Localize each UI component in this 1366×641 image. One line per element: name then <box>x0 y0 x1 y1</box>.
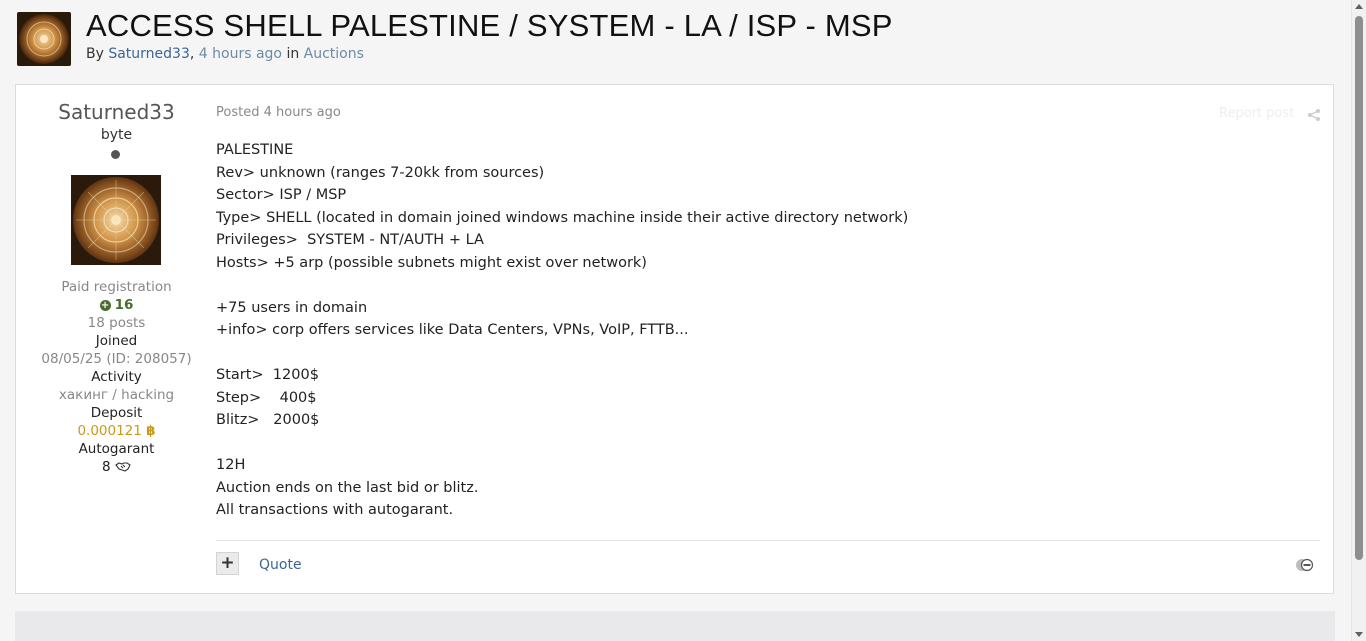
post-card: Saturned33 byte Paid registration + 16 1… <box>15 84 1334 594</box>
post-line: PALESTINE <box>216 142 294 158</box>
by-label: By <box>86 46 104 62</box>
post-line: Privileges> SYSTEM - NT/AUTH + LA <box>216 232 484 248</box>
deposit-value: 0.000121 <box>77 423 142 439</box>
activity-value: хакинг / hacking <box>58 387 175 403</box>
scroll-down-arrow[interactable] <box>1355 632 1363 637</box>
vertical-scrollbar[interactable] <box>1351 0 1366 641</box>
post-line: Rev> unknown (ranges 7-20kk from sources… <box>216 164 545 181</box>
quote-button[interactable]: Quote <box>259 557 302 573</box>
post-header: Posted 4 hours ago <box>216 105 341 120</box>
autogarant-value-row: 8 <box>16 459 217 475</box>
post-line: Blitz> 2000$ <box>216 412 320 428</box>
in-label: in <box>286 46 300 62</box>
post-line: 12H <box>216 457 246 473</box>
handshake-icon <box>115 459 131 475</box>
post-line <box>216 432 908 455</box>
author-avatar[interactable] <box>71 175 161 265</box>
topic-meta: By Saturned33, 4 hours ago in Auctions <box>86 46 364 62</box>
post-line: +75 users in domain <box>216 299 368 316</box>
report-post-link[interactable]: Report post <box>1219 106 1294 121</box>
comma: , <box>189 46 195 62</box>
deposit-label: Deposit <box>90 405 143 421</box>
post-line: Start> 1200$ <box>216 367 319 383</box>
online-status-indicator <box>111 150 120 159</box>
topic-time: 4 hours ago <box>198 46 282 62</box>
post-line: Sector> ISP / MSP <box>216 187 347 203</box>
author-group: Paid registration <box>61 279 172 295</box>
post-content: PALESTINE Rev> unknown (ranges 7-20kk fr… <box>216 139 908 522</box>
post-line: Type> SHELL (located in domain joined wi… <box>216 209 909 226</box>
share-icon[interactable] <box>1307 107 1321 121</box>
author-reputation: +16 <box>16 297 217 313</box>
bitcoin-icon: ฿ <box>146 423 156 439</box>
post-line: All transactions with autogarant. <box>216 502 454 518</box>
post-line: Hosts> +5 arp (possible subnets might ex… <box>216 254 647 271</box>
scrollbar-thumb[interactable] <box>1355 16 1363 560</box>
reputation-value: 16 <box>114 297 134 313</box>
post-line <box>216 274 908 297</box>
autogarant-value: 8 <box>102 459 111 475</box>
reputation-plus-icon: + <box>99 300 111 311</box>
joined-label: Joined <box>95 333 138 349</box>
activity-label: Activity <box>91 369 142 385</box>
author-posts: 18 posts <box>87 315 146 331</box>
topic-author-link[interactable]: Saturned33 <box>108 46 190 62</box>
multiquote-button[interactable]: + <box>216 552 239 575</box>
scroll-up-arrow[interactable] <box>1355 4 1363 9</box>
author-rank: byte <box>100 127 133 143</box>
forum-link[interactable]: Auctions <box>304 46 364 62</box>
next-section-box <box>15 611 1335 641</box>
post-line: Auction ends on the last bid or blitz. <box>216 479 479 496</box>
joined-value: 08/05/25 (ID: 208057) <box>41 351 192 367</box>
post-line: Step> 400$ <box>216 389 317 406</box>
posted-time[interactable]: 4 hours ago <box>264 105 341 120</box>
post-footer-divider <box>216 540 1320 541</box>
deposit-value-row: 0.000121 ฿ <box>16 423 217 439</box>
post-line <box>216 342 908 365</box>
post-line: +info> corp offers services like Data Ce… <box>216 322 689 338</box>
posted-label: Posted <box>216 105 260 120</box>
author-name[interactable]: Saturned33 <box>16 100 217 124</box>
topic-title: ACCESS SHELL PALESTINE / SYSTEM - LA / I… <box>86 8 893 43</box>
topic-author-avatar[interactable] <box>17 12 71 66</box>
autogarant-label: Autogarant <box>78 441 155 457</box>
reaction-icon[interactable] <box>1294 557 1314 573</box>
